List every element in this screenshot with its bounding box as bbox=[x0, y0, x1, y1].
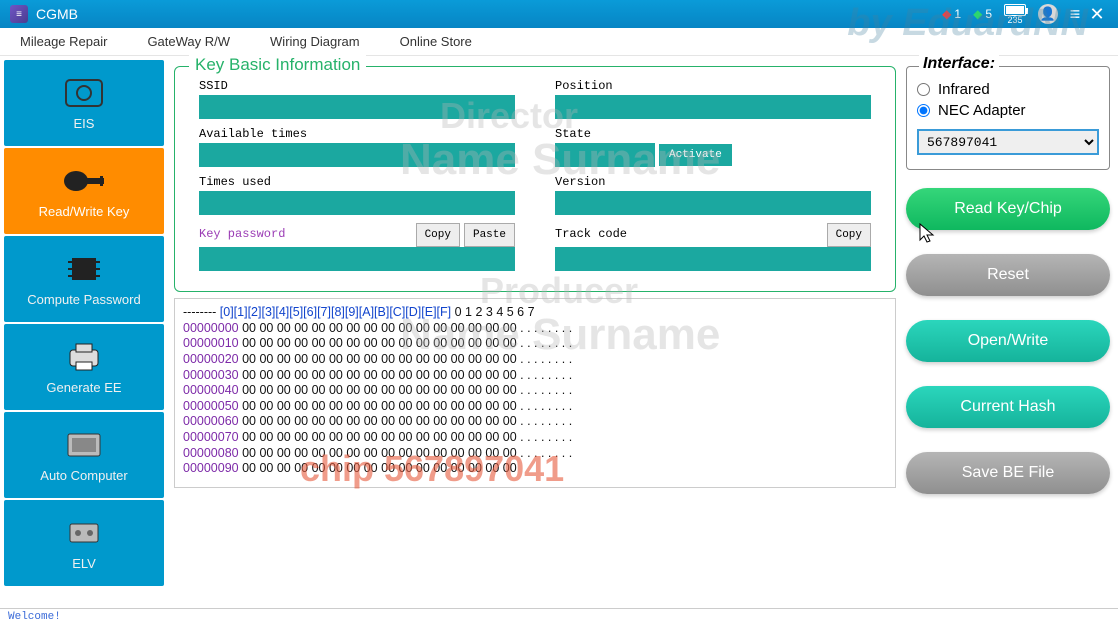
radio-nec-row[interactable]: NEC Adapter bbox=[917, 102, 1099, 119]
gem-red-stat: ◆1 bbox=[942, 7, 961, 21]
radio-infrared-row[interactable]: Infrared bbox=[917, 81, 1099, 98]
hex-row: 00000050 00 00 00 00 00 00 00 00 00 00 0… bbox=[183, 399, 887, 415]
position-label: Position bbox=[555, 79, 871, 93]
key-password-label: Key password bbox=[199, 227, 412, 241]
gem-green-icon: ◆ bbox=[973, 7, 982, 21]
activate-button[interactable]: Activate bbox=[659, 144, 732, 166]
hamburger-menu-icon[interactable]: ≡ bbox=[1064, 3, 1086, 25]
printer-icon bbox=[60, 340, 108, 374]
field-ssid: SSID bbox=[199, 79, 515, 119]
sidebar-label: Generate EE bbox=[46, 380, 121, 395]
field-key-password: Key password Copy Paste bbox=[199, 223, 515, 271]
field-times-used: Times used bbox=[199, 175, 515, 215]
chip-icon bbox=[60, 252, 108, 286]
sidebar-label: Read/Write Key bbox=[39, 204, 130, 219]
key-icon bbox=[60, 164, 108, 198]
field-version: Version bbox=[555, 175, 871, 215]
sidebar-compute-password[interactable]: Compute Password bbox=[4, 236, 164, 322]
interface-title: Interface: bbox=[919, 55, 999, 73]
available-times-input[interactable] bbox=[199, 143, 515, 167]
app-logo-icon: ≡ bbox=[10, 5, 28, 23]
battery-indicator: 235 bbox=[1004, 4, 1026, 25]
save-be-file-button[interactable]: Save BE File bbox=[906, 452, 1110, 494]
field-track-code: Track code Copy bbox=[555, 223, 871, 271]
menu-bar: Mileage Repair GateWay R/W Wiring Diagra… bbox=[0, 28, 1118, 56]
sidebar-generate-ee[interactable]: Generate EE bbox=[4, 324, 164, 410]
menu-online-store[interactable]: Online Store bbox=[400, 34, 472, 49]
open-write-button[interactable]: Open/Write bbox=[906, 320, 1110, 362]
available-times-label: Available times bbox=[199, 127, 515, 141]
read-key-chip-button[interactable]: Read Key/Chip bbox=[906, 188, 1110, 230]
times-used-input[interactable] bbox=[199, 191, 515, 215]
elv-icon bbox=[60, 516, 108, 550]
field-position: Position bbox=[555, 79, 871, 119]
field-state: State Activate bbox=[555, 127, 871, 167]
ssid-label: SSID bbox=[199, 79, 515, 93]
sidebar-auto-computer[interactable]: Auto Computer bbox=[4, 412, 164, 498]
sidebar-label: Compute Password bbox=[27, 292, 140, 307]
nec-adapter-select[interactable]: 567897041 bbox=[917, 129, 1099, 155]
sidebar-elv[interactable]: ELV bbox=[4, 500, 164, 586]
user-avatar-icon[interactable]: 👤 bbox=[1038, 4, 1058, 24]
sidebar: EIS Read/Write Key Compute Password Gene… bbox=[4, 60, 164, 600]
hex-row: 00000030 00 00 00 00 00 00 00 00 00 00 0… bbox=[183, 368, 887, 384]
current-hash-button[interactable]: Current Hash bbox=[906, 386, 1110, 428]
ssid-input[interactable] bbox=[199, 95, 515, 119]
menu-mileage-repair[interactable]: Mileage Repair bbox=[20, 34, 107, 49]
hex-header-ascii: 0 1 2 3 4 5 6 7 bbox=[451, 305, 534, 319]
key-password-copy-button[interactable]: Copy bbox=[416, 223, 460, 247]
hex-row: 00000000 00 00 00 00 00 00 00 00 00 00 0… bbox=[183, 321, 887, 337]
eis-icon bbox=[60, 76, 108, 110]
track-code-label: Track code bbox=[555, 227, 823, 241]
reset-button[interactable]: Reset bbox=[906, 254, 1110, 296]
sidebar-label: EIS bbox=[74, 116, 95, 131]
radio-nec[interactable] bbox=[917, 104, 930, 117]
hex-row: 00000020 00 00 00 00 00 00 00 00 00 00 0… bbox=[183, 352, 887, 368]
hex-row: 00000060 00 00 00 00 00 00 00 00 00 00 0… bbox=[183, 414, 887, 430]
hex-row: 00000090 00 00 00 00 00 00 00 00 00 00 0… bbox=[183, 461, 887, 477]
menu-gateway-rw[interactable]: GateWay R/W bbox=[147, 34, 230, 49]
position-input[interactable] bbox=[555, 95, 871, 119]
menu-wiring-diagram[interactable]: Wiring Diagram bbox=[270, 34, 360, 49]
sidebar-label: ELV bbox=[72, 556, 96, 571]
app-title: CGMB bbox=[36, 6, 78, 22]
gem-red-icon: ◆ bbox=[942, 7, 951, 21]
hex-row: 00000040 00 00 00 00 00 00 00 00 00 00 0… bbox=[183, 383, 887, 399]
interface-group: Interface: Infrared NEC Adapter 56789704… bbox=[906, 66, 1110, 170]
gem-green-stat: ◆5 bbox=[973, 7, 992, 21]
close-icon[interactable]: ✕ bbox=[1086, 3, 1108, 25]
hex-row: 00000010 00 00 00 00 00 00 00 00 00 00 0… bbox=[183, 336, 887, 352]
version-input[interactable] bbox=[555, 191, 871, 215]
field-available-times: Available times bbox=[199, 127, 515, 167]
key-password-input[interactable] bbox=[199, 247, 515, 271]
sidebar-eis[interactable]: EIS bbox=[4, 60, 164, 146]
track-code-input[interactable] bbox=[555, 247, 871, 271]
sidebar-label: Auto Computer bbox=[40, 468, 127, 483]
version-label: Version bbox=[555, 175, 871, 189]
hex-viewer[interactable]: -------- [0][1][2][3][4][5][6][7][8][9][… bbox=[174, 298, 896, 488]
hex-header-cols: [0][1][2][3][4][5][6][7][8][9][A][B][C][… bbox=[216, 305, 451, 319]
ecu-icon bbox=[60, 428, 108, 462]
group-title: Key Basic Information bbox=[189, 55, 366, 75]
radio-infrared[interactable] bbox=[917, 83, 930, 96]
key-basic-info-group: Key Basic Information SSID Position Avai… bbox=[174, 66, 896, 292]
hex-row: 00000080 00 00 00 00 00 00 00 00 00 00 0… bbox=[183, 446, 887, 462]
hex-header-dashes: -------- bbox=[183, 305, 216, 319]
hex-row: 00000070 00 00 00 00 00 00 00 00 00 00 0… bbox=[183, 430, 887, 446]
track-code-copy-button[interactable]: Copy bbox=[827, 223, 871, 247]
title-bar: ≡ CGMB ◆1 ◆5 235 👤 ≡ ✕ bbox=[0, 0, 1118, 28]
key-password-paste-button[interactable]: Paste bbox=[464, 223, 515, 247]
sidebar-read-write-key[interactable]: Read/Write Key bbox=[4, 148, 164, 234]
state-label: State bbox=[555, 127, 871, 141]
status-bar: Welcome! bbox=[0, 608, 1118, 628]
state-input[interactable] bbox=[555, 143, 655, 167]
times-used-label: Times used bbox=[199, 175, 515, 189]
